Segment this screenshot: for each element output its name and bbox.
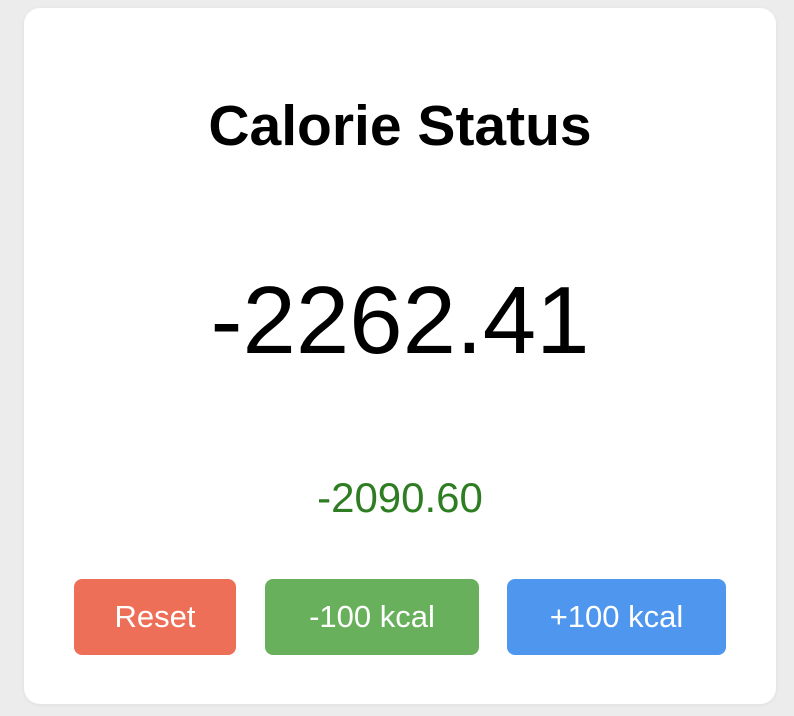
card-title: Calorie Status	[208, 94, 592, 158]
calorie-status-card: Calorie Status -2262.41 -2090.60 Reset -…	[24, 8, 776, 704]
secondary-value: -2090.60	[317, 474, 483, 521]
minus-100-kcal-button[interactable]: -100 kcal	[265, 579, 479, 655]
reset-button[interactable]: Reset	[74, 579, 236, 655]
plus-100-kcal-button[interactable]: +100 kcal	[507, 579, 726, 655]
calorie-value: -2262.41	[210, 267, 590, 374]
